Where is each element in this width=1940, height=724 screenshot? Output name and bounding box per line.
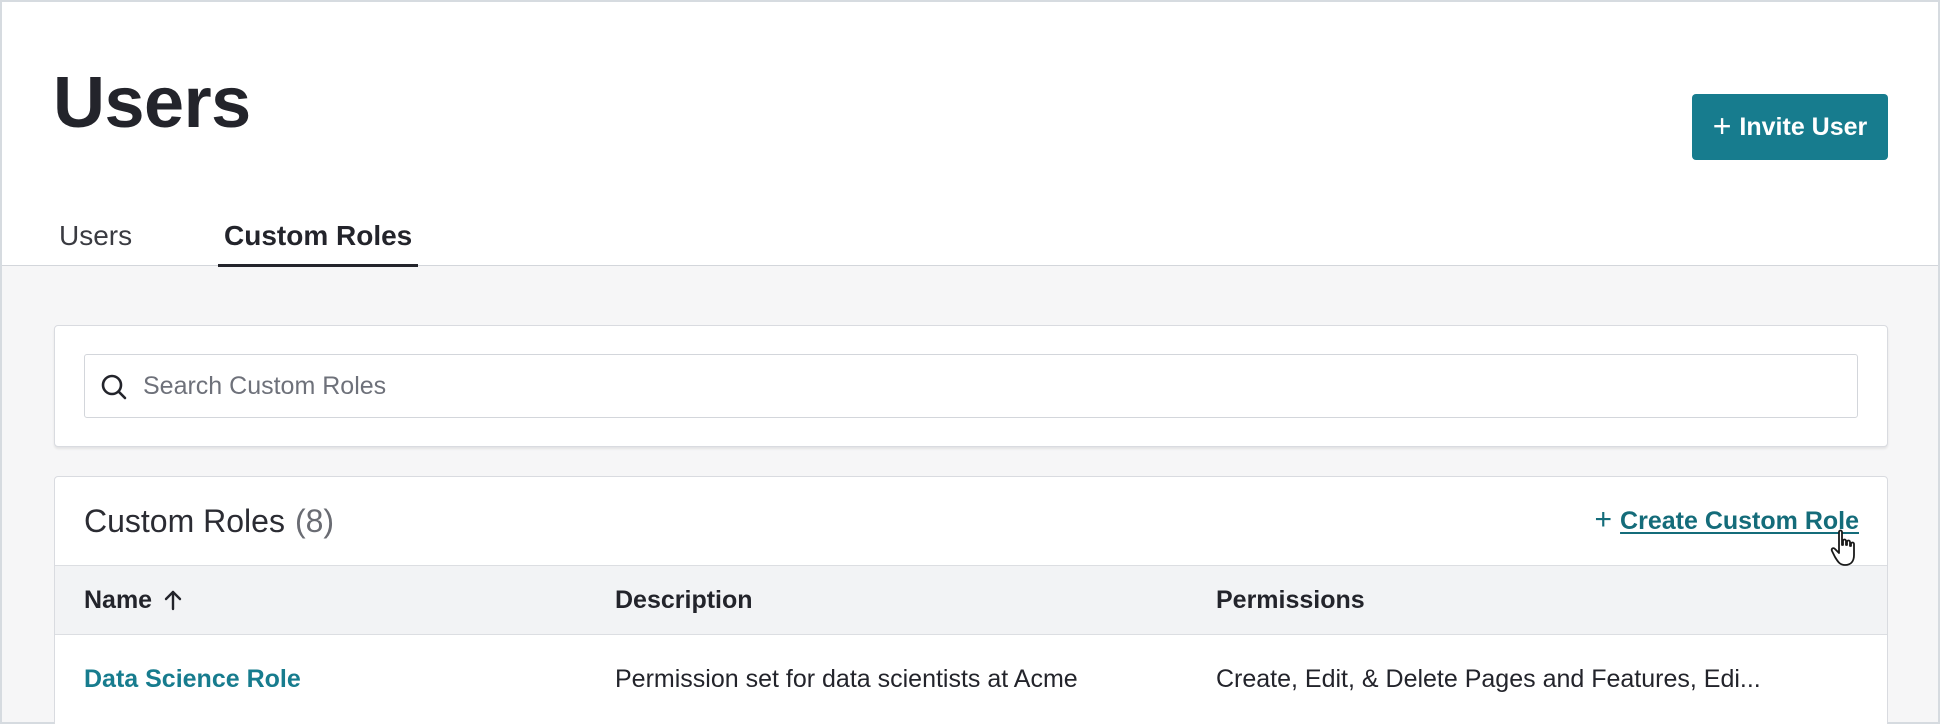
column-header-description: Description: [615, 586, 753, 614]
page-header: Users + Invite User Users Custom Roles: [2, 2, 1938, 267]
hand-pointer-icon: [1830, 529, 1855, 566]
table-header: Name Description Permissions: [55, 565, 1887, 635]
custom-roles-count: (8): [294, 503, 335, 539]
search-card: [54, 325, 1888, 447]
arrow-up-icon: [164, 590, 182, 611]
search-input[interactable]: [143, 355, 1843, 417]
role-permissions: Create, Edit, & Delete Pages and Feature…: [1216, 665, 1761, 693]
search-box[interactable]: [84, 354, 1858, 418]
create-custom-role-link[interactable]: + Create Custom Role: [1595, 503, 1859, 539]
column-header-name-label: Name: [84, 586, 153, 614]
plus-icon: +: [1594, 502, 1613, 536]
tab-users[interactable]: Users: [59, 212, 132, 266]
custom-roles-heading: Custom Roles (8): [84, 501, 334, 541]
tab-bar: Users Custom Roles: [2, 212, 1938, 267]
role-description: Permission set for data scientists at Ac…: [615, 665, 1078, 693]
column-header-name[interactable]: Name: [84, 566, 184, 634]
tab-custom-roles[interactable]: Custom Roles: [218, 212, 419, 267]
custom-roles-title: Custom Roles: [84, 503, 285, 539]
custom-roles-card: Custom Roles (8) + Create Custom Role Nam…: [54, 476, 1888, 724]
page-title: Users: [53, 63, 251, 143]
plus-icon: +: [1712, 107, 1732, 144]
invite-user-button[interactable]: + Invite User: [1692, 94, 1888, 160]
column-header-permissions: Permissions: [1216, 586, 1365, 614]
create-custom-role-label: Create Custom Role: [1620, 507, 1859, 535]
invite-user-label: Invite User: [1739, 112, 1868, 141]
search-icon: [101, 374, 127, 400]
table-row: Data Science Role Permission set for dat…: [55, 635, 1887, 724]
role-name-link[interactable]: Data Science Role: [84, 659, 301, 699]
